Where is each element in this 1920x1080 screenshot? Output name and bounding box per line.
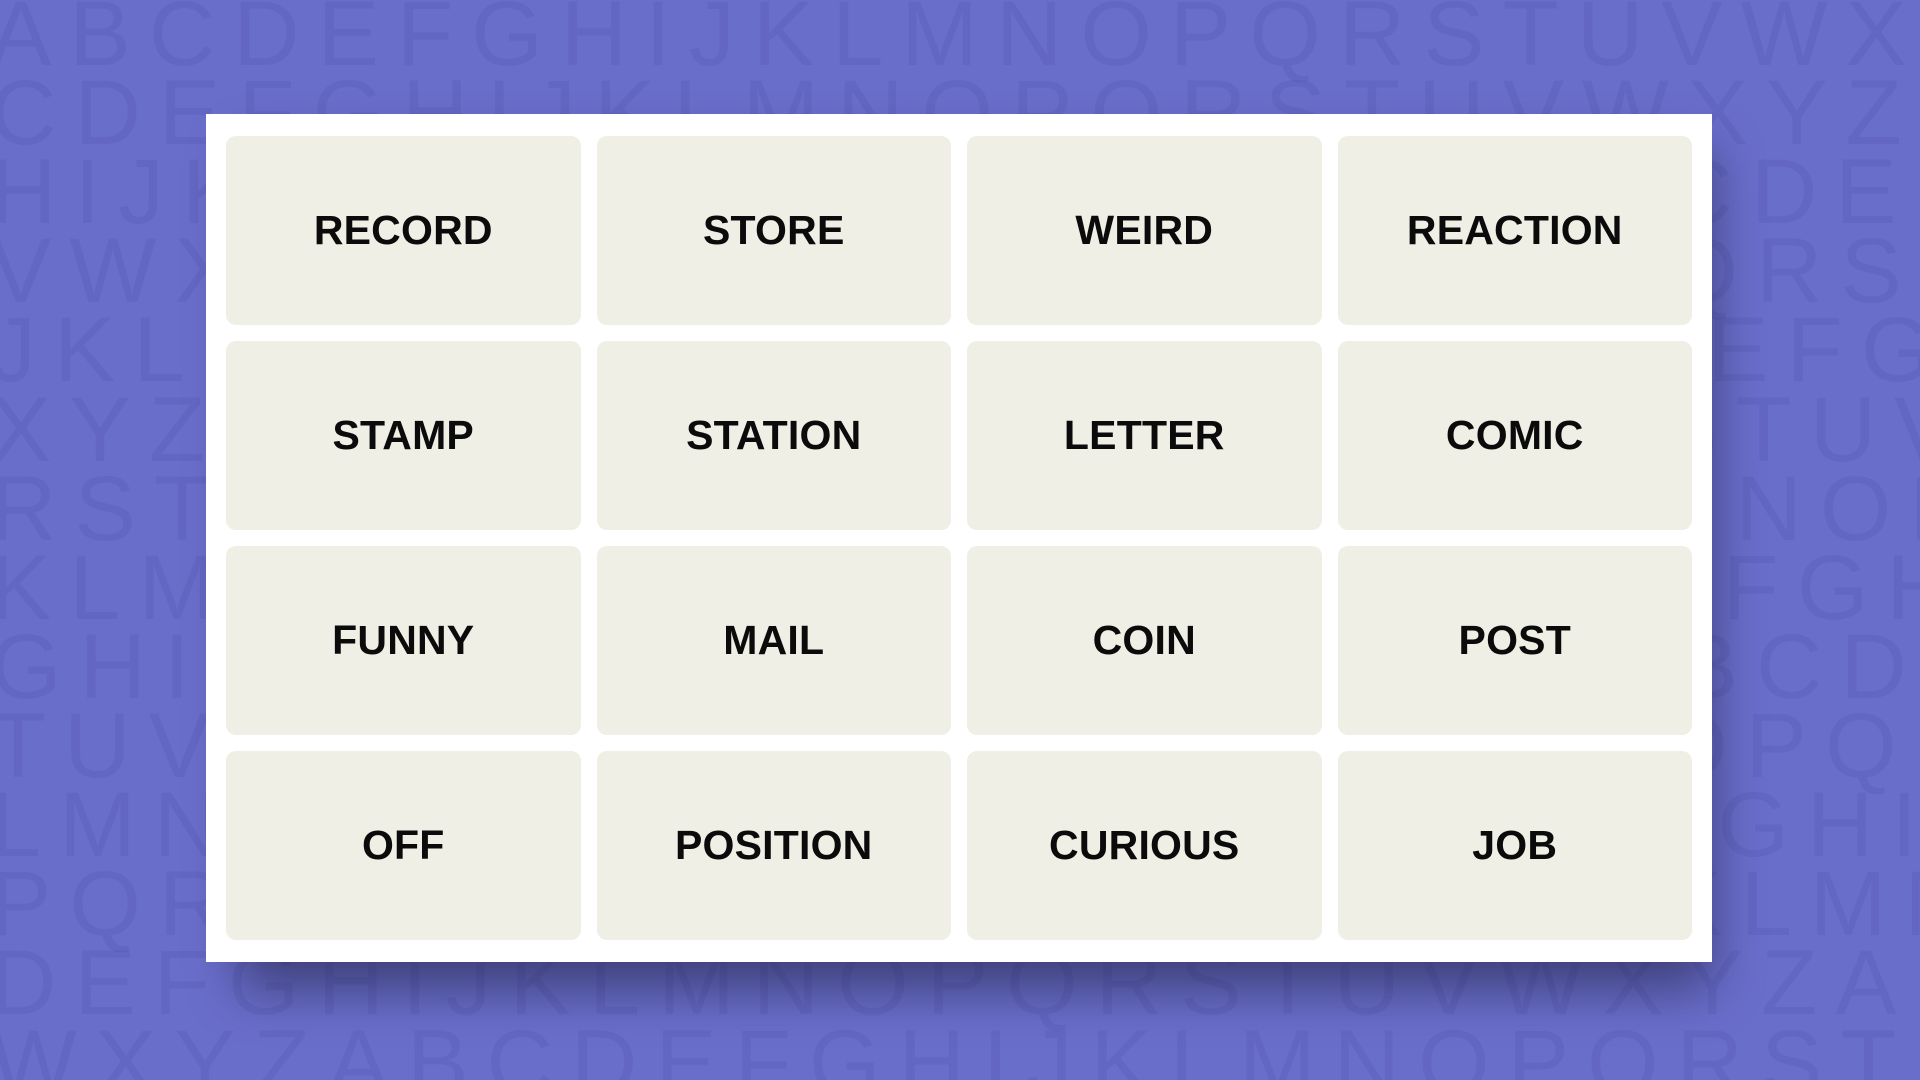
word-tile-grid: RECORD STORE WEIRD REACTION STAMP STATION LETT…	[226, 136, 1692, 940]
word-tile-label: STAMP	[332, 412, 474, 458]
word-tile[interactable]: FUNNY	[226, 546, 581, 735]
puzzle-card: RECORD STORE WEIRD REACTION STAMP STATION LETT…	[206, 114, 1712, 962]
word-tile-label: POST	[1458, 617, 1571, 663]
word-tile[interactable]: STATION	[596, 341, 951, 530]
word-tile-label: RECORD	[313, 207, 493, 253]
word-tile-label: LETTER	[1063, 412, 1225, 458]
word-tile[interactable]: POST	[1337, 546, 1692, 735]
word-tile[interactable]: JOB	[1337, 751, 1692, 940]
word-tile-label: FUNNY	[332, 617, 475, 663]
word-tile-label: STORE	[703, 207, 845, 253]
word-tile-label: OFF	[361, 822, 445, 868]
word-tile[interactable]: STAMP	[226, 341, 581, 530]
word-tile-label: REACTION	[1406, 207, 1623, 253]
word-tile[interactable]: COIN	[967, 546, 1322, 735]
word-tile[interactable]: OFF	[226, 751, 581, 940]
word-tile-label: POSITION	[674, 822, 873, 868]
word-tile-label: WEIRD	[1075, 207, 1214, 253]
word-tile[interactable]: LETTER	[967, 341, 1322, 530]
word-tile[interactable]: REACTION	[1337, 136, 1692, 325]
word-tile-label: JOB	[1472, 822, 1558, 868]
word-tile[interactable]: POSITION	[596, 751, 951, 940]
word-tile-label: MAIL	[723, 617, 825, 663]
word-tile[interactable]: CURIOUS	[967, 751, 1322, 940]
word-tile-label: STATION	[686, 412, 862, 458]
word-tile-label: COIN	[1092, 617, 1196, 663]
word-tile[interactable]: MAIL	[596, 546, 951, 735]
word-tile-label: CURIOUS	[1049, 822, 1240, 868]
word-tile[interactable]: COMIC	[1337, 341, 1692, 530]
word-tile[interactable]: RECORD	[226, 136, 581, 325]
word-tile[interactable]: STORE	[596, 136, 951, 325]
background-letter-row: WXYZABCDEFGHIJKLMNOPQRSTUVWXYZAB	[0, 1011, 1920, 1080]
word-tile-label: COMIC	[1445, 412, 1584, 458]
word-tile[interactable]: WEIRD	[967, 136, 1322, 325]
